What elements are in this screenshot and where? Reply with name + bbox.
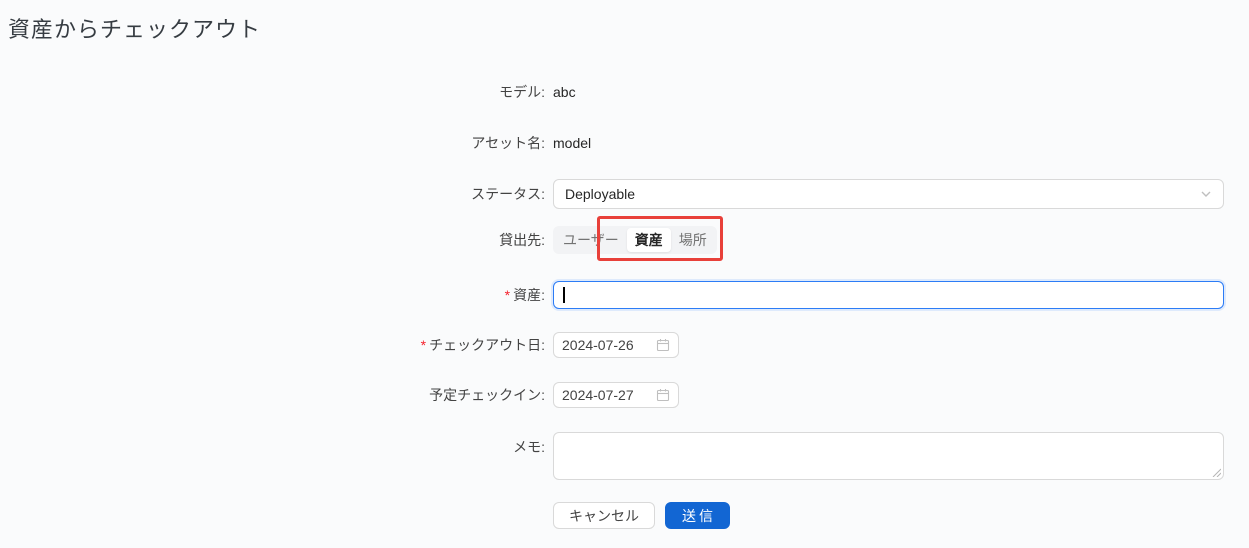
resize-handle-icon[interactable] — [1211, 467, 1221, 477]
chevron-down-icon — [1200, 188, 1212, 200]
note-textarea[interactable] — [553, 432, 1224, 480]
required-asterisk: * — [421, 337, 426, 353]
expected-checkin-picker[interactable]: 2024-07-27 — [553, 382, 679, 408]
expected-checkin-label: 予定チェックイン: — [0, 385, 545, 405]
checkout-date-picker[interactable]: 2024-07-26 — [553, 332, 679, 358]
form-row-note: メモ: — [0, 432, 1249, 480]
page-title: 資産からチェックアウト — [8, 12, 261, 44]
calendar-icon — [656, 388, 670, 402]
expected-checkin-value: 2024-07-27 — [562, 387, 634, 403]
segment-option-location[interactable]: 場所 — [671, 228, 715, 252]
asset-label: *資産: — [0, 285, 545, 305]
form-row-asset-name: アセット名: model — [0, 133, 1249, 153]
required-asterisk: * — [505, 287, 510, 303]
asset-name-value: model — [553, 135, 591, 151]
form-actions: キャンセル 送信 — [0, 502, 1249, 529]
calendar-icon — [656, 338, 670, 352]
form-row-checkout-date: *チェックアウト日: 2024-07-26 — [0, 332, 1249, 358]
form-row-asset: *資産: — [0, 281, 1249, 309]
text-cursor — [563, 287, 565, 303]
segment-option-asset[interactable]: 資産 — [627, 228, 671, 252]
submit-button[interactable]: 送信 — [665, 502, 730, 529]
status-label: ステータス: — [0, 184, 545, 204]
form-row-expected-checkin: 予定チェックイン: 2024-07-27 — [0, 382, 1249, 408]
asset-input[interactable] — [553, 281, 1224, 309]
form-row-status: ステータス: Deployable — [0, 179, 1249, 209]
model-label: モデル: — [0, 82, 545, 102]
form-row-model: モデル: abc — [0, 82, 1249, 102]
checkout-to-segmented: ユーザー 資産 場所 — [553, 226, 717, 254]
checkout-page: 資産からチェックアウト モデル: abc アセット名: model ステータス:… — [0, 0, 1249, 548]
checkout-date-label: *チェックアウト日: — [0, 335, 545, 355]
checkout-date-value: 2024-07-26 — [562, 337, 634, 353]
cancel-button[interactable]: キャンセル — [553, 502, 655, 529]
model-value: abc — [553, 84, 576, 100]
note-label: メモ: — [0, 432, 545, 457]
asset-name-label: アセット名: — [0, 133, 545, 153]
segment-option-user[interactable]: ユーザー — [555, 228, 627, 252]
status-select[interactable]: Deployable — [553, 179, 1224, 209]
status-selected-value: Deployable — [565, 186, 635, 202]
form-row-checkout-to: 貸出先: ユーザー 資産 場所 — [0, 226, 1249, 254]
checkout-to-label: 貸出先: — [0, 230, 545, 250]
